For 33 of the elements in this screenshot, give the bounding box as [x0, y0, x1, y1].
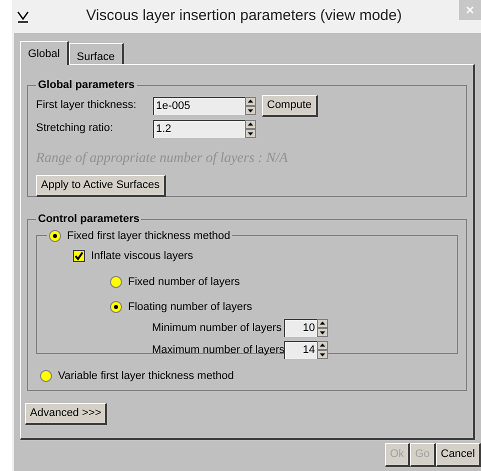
input-field[interactable]: 14	[284, 341, 317, 359]
button[interactable]: Cancel	[436, 443, 481, 467]
group-title: Control parameters	[37, 212, 140, 227]
app-logo-icon	[17, 10, 29, 22]
field-label: Stretching ratio:	[36, 121, 114, 136]
input-field[interactable]: 1.2	[153, 120, 245, 138]
group-title: Global parameters	[37, 78, 136, 93]
radio-button[interactable]	[40, 370, 52, 382]
radio-label: Fixed first layer thickness method	[67, 228, 230, 244]
spinner-arrows-icon[interactable]	[245, 96, 256, 114]
input-field[interactable]: 1e-005	[153, 96, 245, 114]
radio-button[interactable]	[49, 230, 61, 242]
spinner-arrows-icon[interactable]	[317, 319, 328, 337]
window-title: Viscous layer insertion parameters (view mode)	[85, 6, 403, 26]
checkbox-label: Inflate viscous layers	[91, 249, 194, 264]
radio-label: Variable first layer thickness method	[58, 368, 234, 384]
close-icon	[466, 6, 474, 14]
radio-button[interactable]	[110, 276, 122, 288]
button[interactable]: Advanced >>>	[25, 402, 108, 425]
tab[interactable]: Surface	[68, 43, 124, 64]
spinner-arrows-icon[interactable]	[317, 341, 328, 359]
radio-label: Fixed number of layers	[128, 274, 240, 290]
tab[interactable]: Global	[20, 41, 69, 65]
button[interactable]: Apply to Active Surfaces	[36, 174, 166, 196]
field-label: First layer thickness:	[36, 98, 138, 114]
field-label: Minimum number of layers	[152, 320, 283, 336]
field-label: Maximum number of layers	[152, 342, 284, 358]
spinner-arrows-icon[interactable]	[245, 120, 256, 138]
button[interactable]: Compute	[262, 94, 318, 116]
checkbox[interactable]	[73, 250, 85, 262]
radio-button[interactable]	[110, 301, 122, 314]
radio-label: Floating number of layers	[128, 300, 252, 315]
input-field[interactable]: 10	[284, 319, 317, 337]
